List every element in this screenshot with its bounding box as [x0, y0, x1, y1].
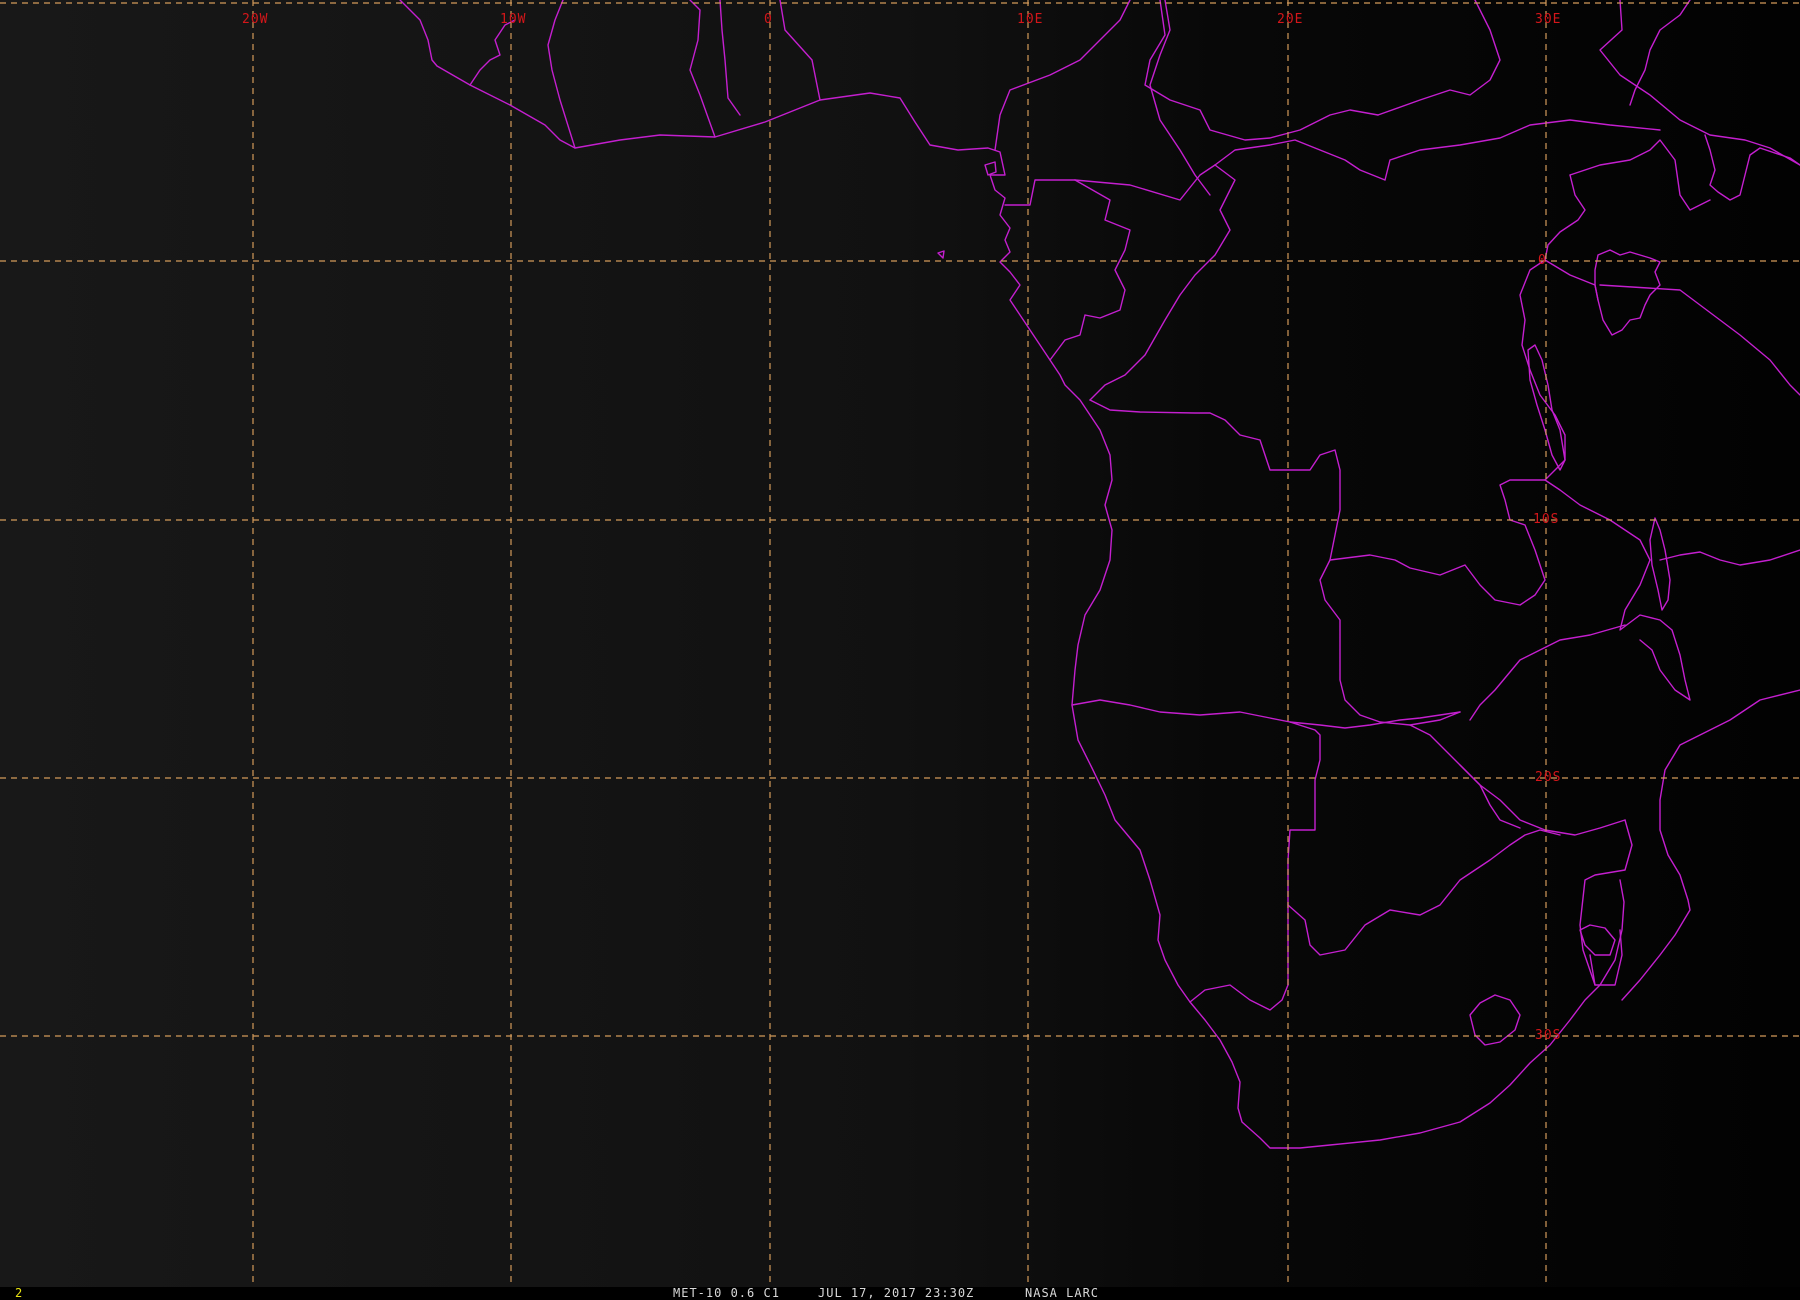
label-lat-30s: 30S [1535, 1028, 1561, 1043]
satellite-map-viewer: 20W 10W 0 10E 20E 30E 0 10S 20S 30S 2 ME… [0, 0, 1800, 1300]
label-lon-0: 0 [764, 12, 773, 27]
map-canvas: 20W 10W 0 10E 20E 30E 0 10S 20S 30S [0, 0, 1800, 1287]
status-bar: 2 MET-10 0.6 C1 JUL 17, 2017 23:30Z NASA… [0, 1287, 1800, 1300]
label-lat-10s: 10S [1533, 512, 1559, 527]
label-lon-10e: 10E [1017, 12, 1043, 27]
label-lat-0: 0 [1538, 253, 1547, 268]
label-lon-20e: 20E [1277, 12, 1303, 27]
source-label: NASA LARC [1025, 1286, 1100, 1300]
product-label: MET-10 0.6 C1 [673, 1286, 780, 1300]
label-lat-20s: 20S [1535, 770, 1561, 785]
datetime-label: JUL 17, 2017 23:30Z [818, 1286, 975, 1300]
frame-number: 2 [15, 1286, 24, 1300]
label-lon-20w: 20W [242, 12, 268, 27]
label-lon-10w: 10W [500, 12, 526, 27]
label-lon-30e: 30E [1535, 12, 1561, 27]
imagery-background [0, 0, 1800, 1287]
